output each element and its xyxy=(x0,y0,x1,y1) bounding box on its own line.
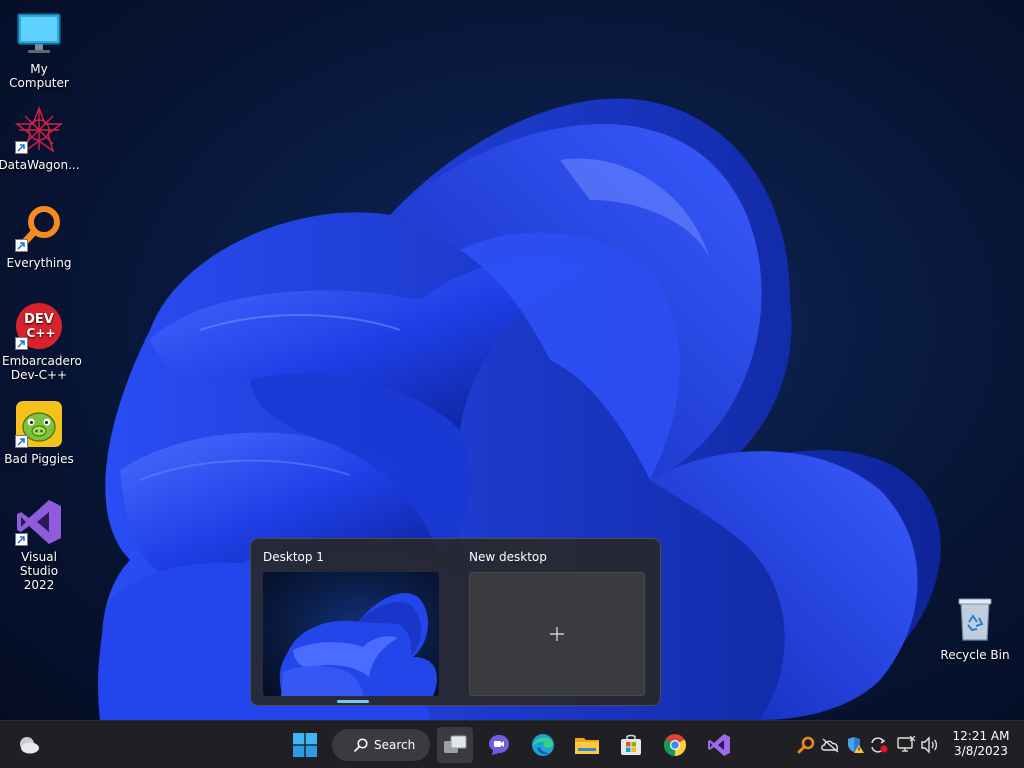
visual-studio-icon xyxy=(15,498,63,546)
onedrive-offline-icon xyxy=(821,738,839,753)
desktop-icon-label: Visual Studio 2022 xyxy=(19,550,59,592)
svg-text:C++: C++ xyxy=(27,326,56,340)
desktop-icon-label: DataWagon... xyxy=(0,158,80,172)
virtual-desktop-label: Desktop 1 xyxy=(263,550,324,564)
search-label: Search xyxy=(374,738,416,752)
file-explorer-icon xyxy=(575,738,599,754)
weather-icon xyxy=(20,737,39,754)
desktop-icon-visual-studio[interactable]: Visual Studio 2022 xyxy=(0,498,78,592)
start-button[interactable] xyxy=(287,727,323,763)
search-button[interactable]: Search xyxy=(332,729,430,761)
microsoft-store-icon xyxy=(621,734,641,755)
search-icon xyxy=(354,738,368,752)
microsoft-store-button[interactable] xyxy=(613,727,649,763)
datawagon-icon xyxy=(14,106,64,154)
task-view-button[interactable] xyxy=(437,727,473,763)
plus-icon xyxy=(550,627,564,641)
edge-button[interactable] xyxy=(525,727,561,763)
shortcut-arrow-icon xyxy=(15,435,28,448)
bad-piggies-icon xyxy=(15,400,63,448)
virtual-desktop-1[interactable]: Desktop 1 xyxy=(251,539,446,705)
clock-time: 12:21 AM xyxy=(952,729,1010,743)
windows-logo-icon xyxy=(293,733,317,757)
sync-tray-button[interactable] xyxy=(869,735,889,755)
shortcut-arrow-icon xyxy=(15,239,28,252)
shortcut-arrow-icon xyxy=(15,337,28,350)
task-view-icon xyxy=(444,735,467,753)
shortcut-arrow-icon xyxy=(15,533,28,546)
taskbar: Search 12:21 AM 3/8/2023 xyxy=(0,720,1024,768)
new-desktop-label: New desktop xyxy=(469,550,547,564)
devcpp-icon: DEV C++ xyxy=(15,302,63,350)
volume-tray-button[interactable] xyxy=(920,735,940,755)
network-tray-button[interactable] xyxy=(896,735,916,755)
new-desktop-button[interactable]: New desktop xyxy=(457,539,652,705)
desktop-icon-label: Bad Piggies xyxy=(4,452,74,466)
clock[interactable]: 12:21 AM 3/8/2023 xyxy=(948,729,1014,759)
clock-date: 3/8/2023 xyxy=(954,744,1008,758)
shortcut-arrow-icon xyxy=(15,141,28,154)
network-icon xyxy=(897,736,916,752)
chrome-button[interactable] xyxy=(657,727,693,763)
virtual-desktop-thumbnail[interactable] xyxy=(263,572,439,696)
svg-text:DEV: DEV xyxy=(24,312,54,327)
teams-chat-button[interactable] xyxy=(481,727,517,763)
desktop-icon-label: Recycle Bin xyxy=(940,648,1010,662)
file-explorer-button[interactable] xyxy=(569,727,605,763)
security-tray-button[interactable] xyxy=(845,735,865,755)
desktop-icon-my-computer[interactable]: My Computer xyxy=(0,10,78,90)
edge-icon xyxy=(532,734,554,756)
desktop-icon-everything[interactable]: Everything xyxy=(0,204,78,270)
desktop-icon-label: My Computer xyxy=(9,62,69,90)
active-desktop-indicator xyxy=(337,700,369,703)
new-desktop-tile[interactable] xyxy=(469,572,645,696)
everything-tray-icon xyxy=(797,736,815,754)
visual-studio-taskbar-button[interactable] xyxy=(701,727,737,763)
monitor-icon xyxy=(15,10,63,58)
chrome-icon xyxy=(664,734,686,756)
volume-icon xyxy=(921,736,938,754)
desktop-icon-label: Everything xyxy=(6,256,72,270)
desktop-icon-bad-piggies[interactable]: Bad Piggies xyxy=(0,400,78,466)
recycle-bin-icon xyxy=(951,596,999,644)
desktop-icon-recycle-bin[interactable]: Recycle Bin xyxy=(936,596,1014,662)
desktop-wallpaper: My Computer DataWagon... Everything DEV … xyxy=(0,0,1024,720)
desktop-icon-datawagon[interactable]: DataWagon... xyxy=(0,106,80,172)
virtual-desktops-panel: Desktop 1 New desktop xyxy=(250,538,661,706)
security-warning-icon xyxy=(848,737,864,753)
onedrive-tray-button[interactable] xyxy=(820,735,840,755)
desktop-icon-devcpp[interactable]: DEV C++ Embarcadero Dev-C++ xyxy=(0,302,82,382)
desktop-icon-label: Embarcadero Dev-C++ xyxy=(2,354,82,382)
everything-tray-button[interactable] xyxy=(796,735,816,755)
teams-chat-icon xyxy=(489,735,509,755)
magnifier-icon xyxy=(15,204,63,252)
visual-studio-icon xyxy=(708,734,730,756)
sync-icon xyxy=(871,737,888,753)
widgets-button[interactable] xyxy=(10,727,46,763)
